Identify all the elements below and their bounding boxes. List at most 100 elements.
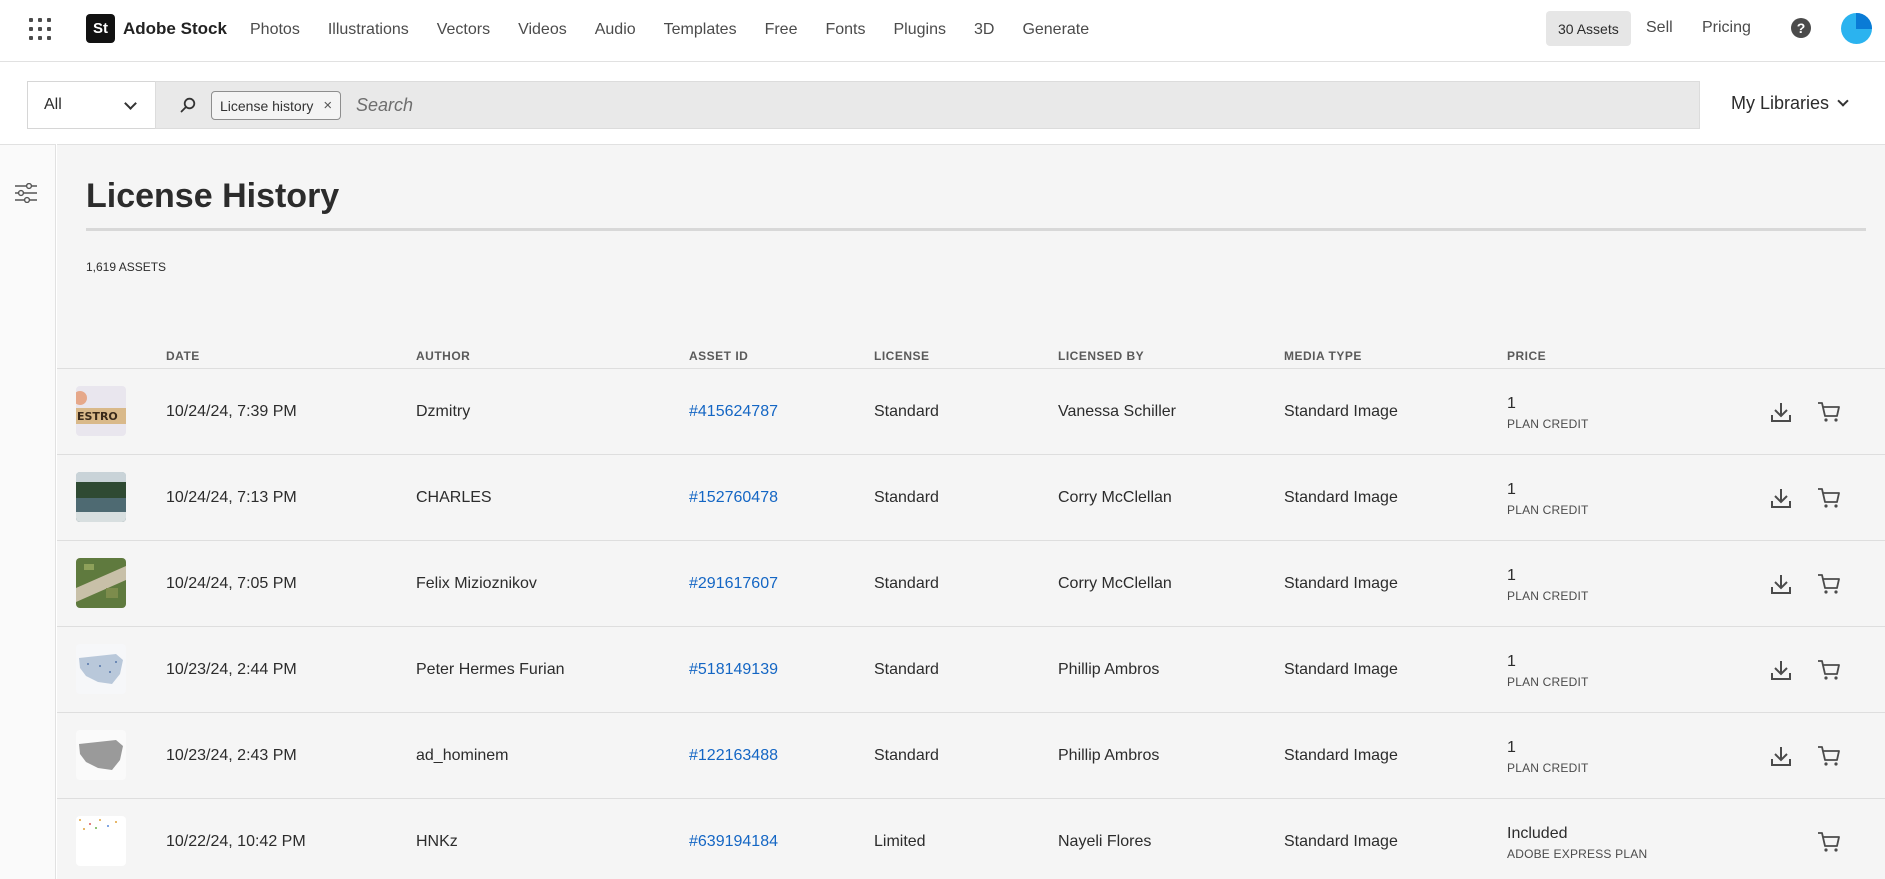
asset-thumbnail[interactable]: [76, 644, 126, 694]
brand-name: Adobe Stock: [123, 18, 227, 38]
table-row: 10/24/24, 7:05 PM Felix Mizioznikov #29161…: [57, 541, 1885, 627]
nav-link-photos[interactable]: Photos: [250, 21, 300, 39]
cart-icon[interactable]: [1817, 486, 1841, 510]
asset-thumbnail[interactable]: [76, 558, 126, 608]
chevron-down-icon: [124, 97, 137, 110]
search-box: License history ×: [155, 81, 1700, 129]
cart-icon[interactable]: [1817, 658, 1841, 682]
adobe-stock-logo: St: [86, 14, 115, 43]
avatar[interactable]: [1841, 13, 1872, 44]
download-icon[interactable]: [1769, 486, 1793, 510]
cell-price: 1: [1507, 567, 1516, 584]
cell-licensed-by: Phillip Ambros: [1058, 747, 1160, 764]
cart-icon[interactable]: [1817, 572, 1841, 596]
close-icon[interactable]: ×: [323, 97, 332, 114]
nav-link-videos[interactable]: Videos: [518, 21, 567, 39]
cell-author: Dzmitry: [416, 403, 471, 420]
help-icon[interactable]: ?: [1791, 18, 1811, 38]
table-row: 10/23/24, 2:43 PM ad_hominem #122163488 Sta…: [57, 713, 1885, 799]
header-date[interactable]: DATE: [166, 349, 200, 363]
cell-author: Peter Hermes Furian: [416, 661, 565, 678]
cell-asset-id-link[interactable]: #639194184: [689, 833, 778, 851]
cell-license: Standard: [874, 661, 939, 678]
cell-licensed-by: Vanessa Schiller: [1058, 403, 1176, 420]
cell-author: Felix Mizioznikov: [416, 575, 537, 592]
cell-price: Included: [1507, 825, 1568, 842]
nav-link-plugins[interactable]: Plugins: [894, 21, 946, 39]
sell-link[interactable]: Sell: [1646, 19, 1673, 37]
header-media-type[interactable]: MEDIA TYPE: [1284, 349, 1362, 363]
cell-price: 1: [1507, 653, 1516, 670]
cell-author: HNKz: [416, 833, 458, 850]
pricing-link[interactable]: Pricing: [1702, 19, 1751, 37]
header-licensed-by[interactable]: LICENSED BY: [1058, 349, 1144, 363]
cell-price-plan: PLAN CREDIT: [1507, 589, 1589, 603]
cell-asset-id-link[interactable]: #518149139: [689, 661, 778, 679]
cell-price: 1: [1507, 395, 1516, 412]
cell-media-type: Standard Image: [1284, 489, 1398, 506]
cell-price-plan: PLAN CREDIT: [1507, 503, 1589, 517]
nav-link-generate[interactable]: Generate: [1022, 21, 1089, 39]
svg-text:ESTRO: ESTRO: [77, 410, 118, 423]
cell-licensed-by: Nayeli Flores: [1058, 833, 1152, 850]
cell-asset-id-link[interactable]: #291617607: [689, 575, 778, 593]
header-license[interactable]: LICENSE: [874, 349, 930, 363]
nav-link-audio[interactable]: Audio: [595, 21, 636, 39]
my-libraries-button[interactable]: My Libraries: [1731, 93, 1849, 114]
cell-licensed-by: Phillip Ambros: [1058, 661, 1160, 678]
nav-link-3d[interactable]: 3D: [974, 21, 994, 39]
brand-logo-link[interactable]: St Adobe Stock: [86, 14, 227, 43]
asset-thumbnail[interactable]: [76, 816, 126, 866]
asset-thumbnail[interactable]: [76, 472, 126, 522]
nav-link-free[interactable]: Free: [765, 21, 798, 39]
cart-icon[interactable]: [1817, 830, 1841, 854]
cell-price-plan: PLAN CREDIT: [1507, 761, 1589, 775]
my-libraries-label: My Libraries: [1731, 93, 1830, 113]
chevron-down-icon: [1837, 95, 1849, 107]
table-row: 10/23/24, 2:44 PM Peter Hermes Furian #518…: [57, 627, 1885, 713]
download-icon[interactable]: [1769, 400, 1793, 424]
cell-asset-id-link[interactable]: #152760478: [689, 489, 778, 507]
asset-type-select-value: All: [44, 96, 62, 113]
nav-link-illustrations[interactable]: Illustrations: [328, 21, 409, 39]
nav-link-templates[interactable]: Templates: [664, 21, 737, 39]
table-row: 10/24/24, 7:13 PM CHARLES #152760478 Standa…: [57, 455, 1885, 541]
header-author[interactable]: AUTHOR: [416, 349, 470, 363]
cell-date: 10/24/24, 7:05 PM: [166, 575, 297, 592]
title-divider: [86, 228, 1866, 231]
cell-license: Standard: [874, 747, 939, 764]
nav-link-vectors[interactable]: Vectors: [437, 21, 490, 39]
download-icon[interactable]: [1769, 572, 1793, 596]
table-header: DATE AUTHOR ASSET ID LICENSE LICENSED BY…: [57, 335, 1885, 369]
download-icon[interactable]: [1769, 744, 1793, 768]
assets-count-button[interactable]: 30 Assets: [1546, 11, 1631, 46]
cell-date: 10/24/24, 7:39 PM: [166, 403, 297, 420]
cell-asset-id-link[interactable]: #415624787: [689, 403, 778, 421]
cell-license: Limited: [874, 833, 926, 850]
asset-thumbnail[interactable]: ESTRO: [76, 386, 126, 436]
nav-link-fonts[interactable]: Fonts: [825, 21, 865, 39]
table-row: 10/22/24, 10:42 PM HNKz #639194184 Limited N…: [57, 799, 1885, 879]
filter-sliders-icon[interactable]: [14, 183, 38, 203]
cell-price: 1: [1507, 481, 1516, 498]
header-price[interactable]: PRICE: [1507, 349, 1546, 363]
search-tag-label: License history: [220, 97, 314, 114]
cell-media-type: Standard Image: [1284, 575, 1398, 592]
cell-price-plan: PLAN CREDIT: [1507, 417, 1589, 431]
search-input[interactable]: [356, 90, 1656, 120]
download-icon[interactable]: [1769, 658, 1793, 682]
search-icon[interactable]: [180, 97, 196, 113]
cell-license: Standard: [874, 489, 939, 506]
cell-price-plan: PLAN CREDIT: [1507, 675, 1589, 689]
asset-type-select[interactable]: All: [27, 81, 155, 129]
cell-licensed-by: Corry McClellan: [1058, 575, 1172, 592]
cell-asset-id-link[interactable]: #122163488: [689, 747, 778, 765]
license-table: DATE AUTHOR ASSET ID LICENSE LICENSED BY…: [57, 335, 1885, 879]
cart-icon[interactable]: [1817, 744, 1841, 768]
asset-thumbnail[interactable]: [76, 730, 126, 780]
cart-icon[interactable]: [1817, 400, 1841, 424]
cell-media-type: Standard Image: [1284, 833, 1398, 850]
cell-media-type: Standard Image: [1284, 661, 1398, 678]
header-asset-id[interactable]: ASSET ID: [689, 349, 748, 363]
app-grid-icon[interactable]: [29, 18, 51, 40]
